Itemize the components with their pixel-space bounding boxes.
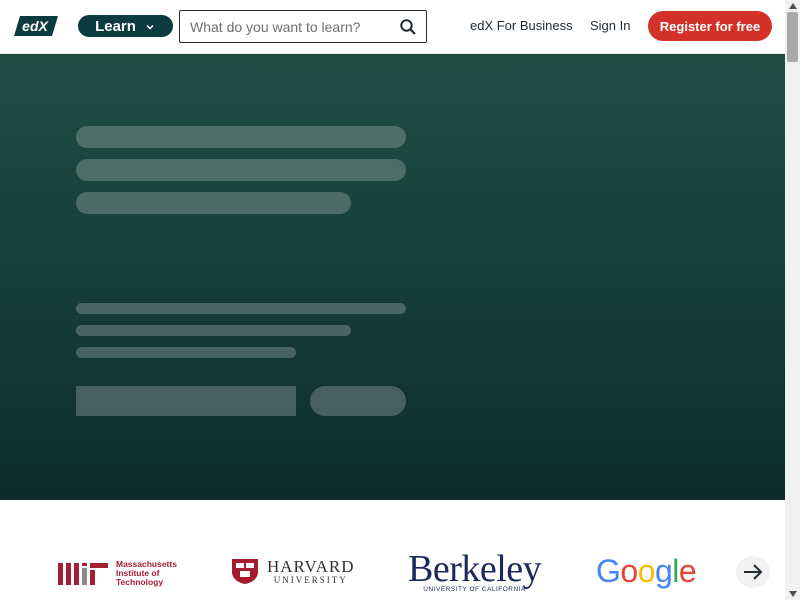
- google-letter: e: [678, 553, 697, 589]
- google-letter: G: [596, 553, 621, 589]
- harvard-wordmark: HARVARD UNIVERSITY: [267, 557, 355, 585]
- learn-menu-label: Learn: [95, 17, 136, 35]
- google-letter: o: [637, 553, 656, 589]
- mit-wordmark: Massachusetts Institute of Technology: [116, 559, 177, 587]
- scroll-down-icon[interactable]: [785, 588, 800, 600]
- scroll-up-icon[interactable]: [785, 0, 800, 12]
- chevron-down-icon: [144, 20, 156, 32]
- hero-banner: [0, 54, 785, 500]
- search-box: [179, 10, 427, 43]
- sign-in-link[interactable]: Sign In: [590, 18, 630, 33]
- berkeley-logo[interactable]: Berkeley UNIVERSITY OF CALIFORNIA: [408, 550, 542, 594]
- google-letter: o: [620, 553, 638, 589]
- mit-mark-icon: [58, 562, 108, 585]
- hero-text-placeholder: [76, 325, 351, 336]
- harvard-logo[interactable]: HARVARD UNIVERSITY: [231, 558, 355, 585]
- search-icon[interactable]: [390, 12, 426, 42]
- hero-text-placeholder: [76, 303, 406, 314]
- edx-for-business-link[interactable]: edX For Business: [470, 18, 573, 33]
- hero-text-placeholder: [76, 347, 296, 358]
- google-logo[interactable]: Google: [596, 551, 697, 591]
- register-button[interactable]: Register for free: [648, 11, 772, 41]
- search-input[interactable]: [180, 12, 390, 41]
- scrollbar-thumb[interactable]: [787, 12, 798, 62]
- hero-title-placeholder: [76, 159, 406, 181]
- top-header: edX Learn edX For Business Sign In Regis…: [0, 0, 785, 54]
- hero-secondary-button-placeholder: [310, 386, 406, 416]
- vertical-scrollbar[interactable]: [785, 0, 800, 600]
- hero-title-placeholder: [76, 192, 351, 214]
- next-partners-button[interactable]: [736, 556, 770, 588]
- mit-logo[interactable]: Massachusetts Institute of Technology: [58, 560, 177, 587]
- google-letter: l: [672, 553, 679, 589]
- arrow-right-icon: [744, 564, 763, 580]
- hero-title-placeholder: [76, 126, 406, 148]
- learn-menu-button[interactable]: Learn: [78, 15, 173, 37]
- harvard-shield-icon: [232, 559, 258, 584]
- hero-primary-button-placeholder: [76, 386, 296, 416]
- google-letter: g: [654, 553, 673, 589]
- edx-logo[interactable]: edX: [14, 15, 58, 37]
- partner-logos-strip: Massachusetts Institute of Technology HA…: [0, 500, 785, 600]
- edx-logo-text: edX: [22, 18, 49, 34]
